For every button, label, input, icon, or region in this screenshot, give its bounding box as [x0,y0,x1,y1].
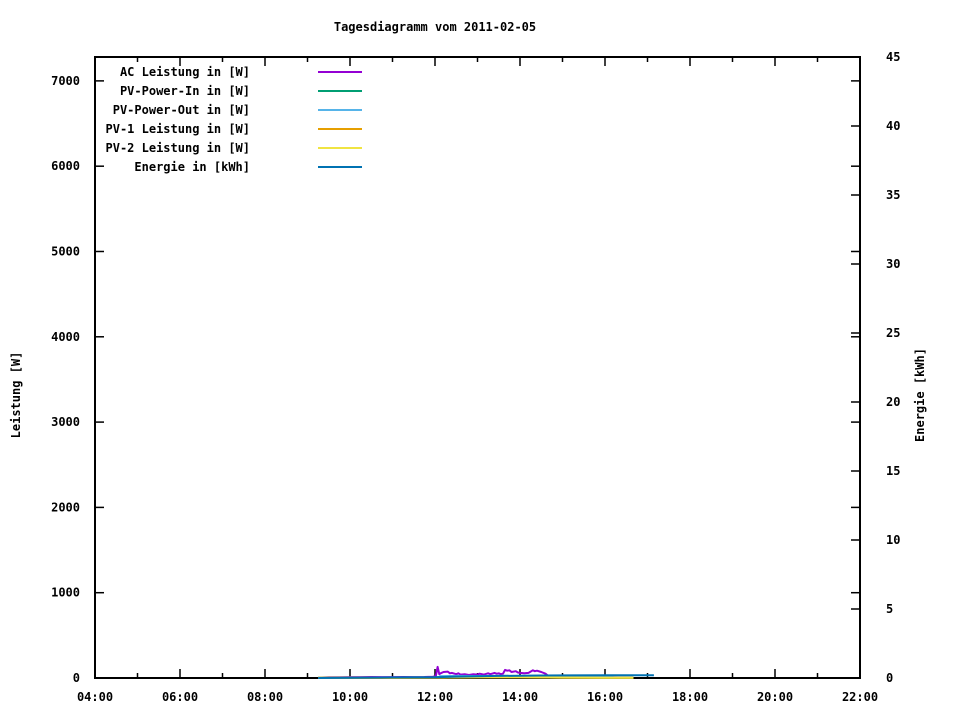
y2-tick-label: 30 [886,257,900,271]
y-tick-label: 4000 [51,330,80,344]
y-tick-label: 2000 [51,500,80,514]
x-tick-label: 04:00 [77,690,113,704]
x-tick-label: 14:00 [502,690,538,704]
x-tick-label: 06:00 [162,690,198,704]
y-tick-label: 5000 [51,244,80,258]
plot-area: 04:00 06:00 08:00 10:00 12:00 14:00 16:00 18:00… [51,50,900,704]
legend-label: PV-Power-In in [W] [120,84,250,98]
y2-tick-label: 35 [886,188,900,202]
x-tick-label: 12:00 [417,690,453,704]
x-tick-label: 08:00 [247,690,283,704]
y2-tick-label: 5 [886,602,893,616]
y2-tick-label: 45 [886,50,900,64]
x-tick-label: 20:00 [757,690,793,704]
legend-label: Energie in [kWh] [134,160,250,174]
legend-label: PV-2 Leistung in [W] [106,141,251,155]
y-tick-label: 3000 [51,415,80,429]
y2-tick-label: 10 [886,533,900,547]
legend-label: PV-1 Leistung in [W] [106,122,251,136]
y2-tick-label: 25 [886,326,900,340]
x-tick-label: 18:00 [672,690,708,704]
y2-tick-label: 15 [886,464,900,478]
legend-label: PV-Power-Out in [W] [113,103,250,117]
x-tick-label: 16:00 [587,690,623,704]
y-tick-label: 0 [73,671,80,685]
y-tick-label: 1000 [51,586,80,600]
y2-tick-label: 20 [886,395,900,409]
legend-label: AC Leistung in [W] [120,65,250,79]
chart-canvas: Tagesdiagramm vom 2011-02-05 Leistung [W… [0,0,960,720]
x-tick-label: 22:00 [842,690,878,704]
y-tick-label: 6000 [51,159,80,173]
x-tick-label: 10:00 [332,690,368,704]
y2-tick-label: 0 [886,671,893,685]
y2-tick-label: 40 [886,119,900,133]
y-tick-label: 7000 [51,74,80,88]
